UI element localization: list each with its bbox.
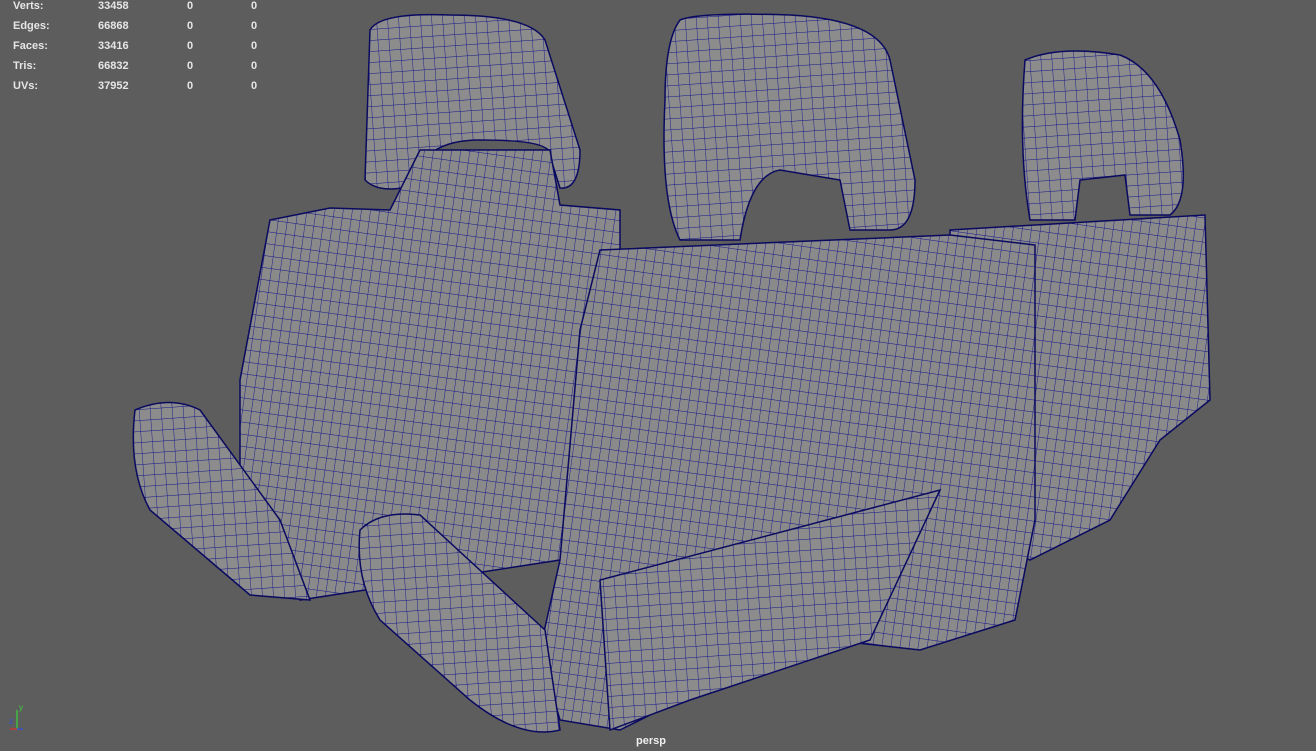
hud-row-edges: Edges: 66868 0 0 <box>13 20 273 40</box>
hud-label: Faces: <box>13 40 48 52</box>
axis-gizmo-icon: y z <box>9 703 23 730</box>
poly-count-hud: Verts: 33458 0 0 Edges: 66868 0 0 Faces:… <box>13 0 273 100</box>
3d-viewport[interactable] <box>0 0 1316 751</box>
hud-value: 0 <box>187 40 194 52</box>
axis-label-y: y <box>19 703 23 712</box>
hud-value: 0 <box>187 0 194 12</box>
hud-value: 0 <box>187 80 194 92</box>
hud-row-verts: Verts: 33458 0 0 <box>13 0 273 20</box>
hud-value: 66832 <box>98 60 129 72</box>
seat-mesh-left[interactable] <box>132 13 621 601</box>
hud-label: Edges: <box>13 20 50 32</box>
hud-label: Verts: <box>13 0 44 12</box>
hud-value: 0 <box>251 40 258 52</box>
hud-row-faces: Faces: 33416 0 0 <box>13 40 273 60</box>
hud-row-tris: Tris: 66832 0 0 <box>13 60 273 80</box>
axis-label-z: z <box>9 717 13 726</box>
hud-value: 33416 <box>98 40 129 52</box>
hud-value: 0 <box>251 80 258 92</box>
hud-value: 0 <box>251 0 258 12</box>
hud-value: 37952 <box>98 80 129 92</box>
hud-value: 0 <box>251 60 258 72</box>
hud-value: 33458 <box>98 0 129 12</box>
hud-value: 0 <box>251 20 258 32</box>
hud-label: Tris: <box>13 60 37 72</box>
hud-value: 0 <box>187 20 194 32</box>
camera-name-label: persp <box>636 735 666 747</box>
hud-row-uvs: UVs: 37952 0 0 <box>13 80 273 100</box>
hud-label: UVs: <box>13 80 39 92</box>
hud-value: 66868 <box>98 20 129 32</box>
hud-value: 0 <box>187 60 194 72</box>
